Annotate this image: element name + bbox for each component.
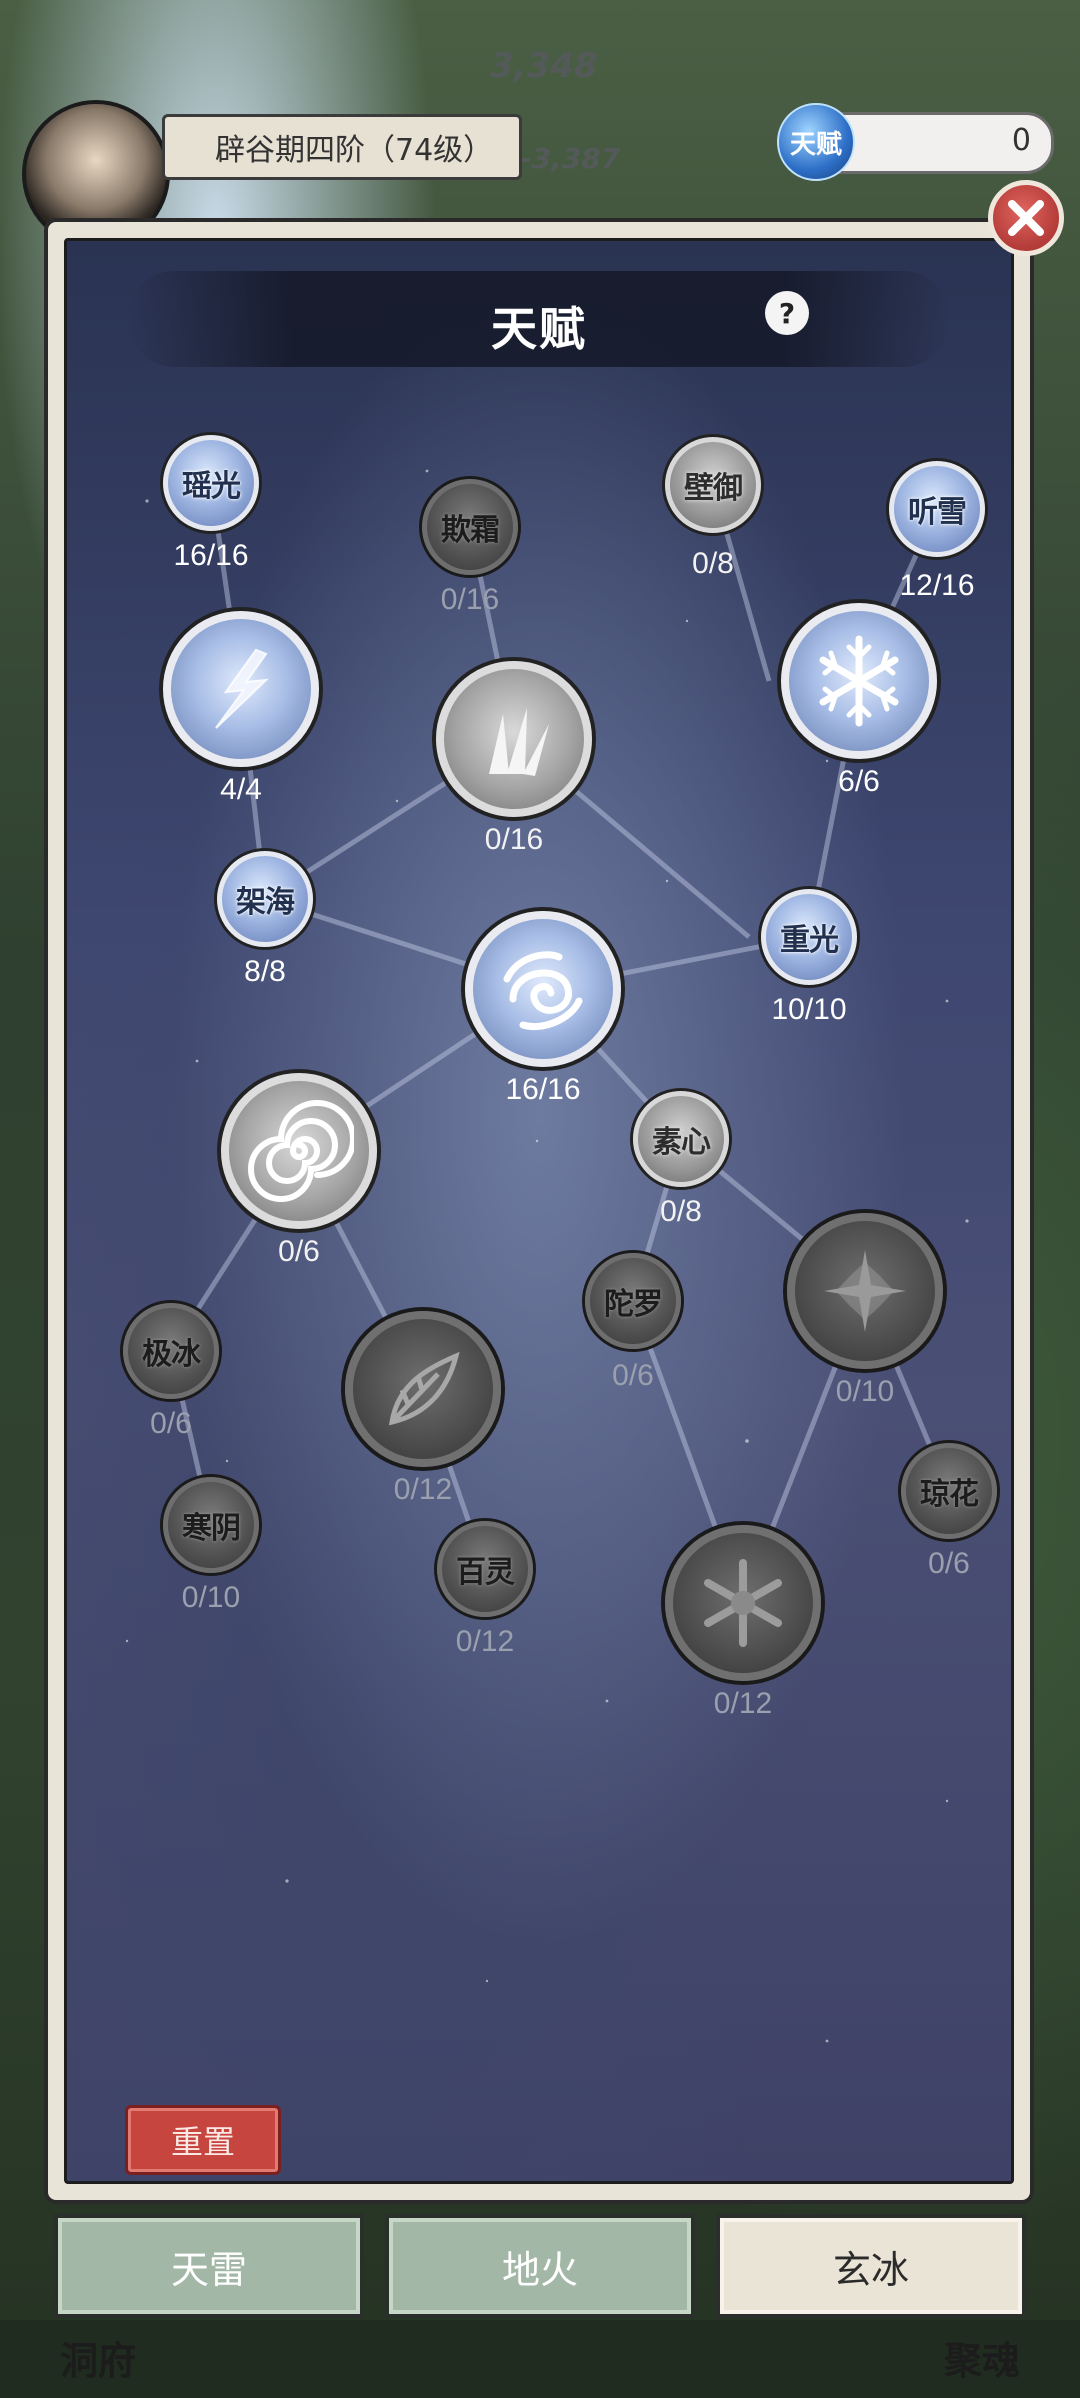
node-label: 重光 — [780, 923, 839, 958]
talent-node-chongguang[interactable]: 重光 — [761, 889, 857, 985]
node-label: 壁御 — [684, 471, 743, 506]
talent-node-swirl[interactable] — [465, 911, 621, 1067]
talent-node-frost-flower[interactable] — [665, 1525, 821, 1681]
talent-node-tuoluo[interactable]: 陀罗 — [585, 1253, 681, 1349]
node-count: 16/16 — [505, 1073, 581, 1106]
swirl-icon — [503, 951, 583, 1030]
node-count: 0/6 — [150, 1407, 192, 1440]
node-label: 寒阴 — [182, 1511, 241, 1546]
talent-node-snowflake[interactable] — [781, 603, 937, 759]
tab-dihuo[interactable]: 地火 — [385, 2214, 695, 2318]
talent-panel-inner: 天赋 ? 瑶光 16/16 欺霜 0/16 壁御 0/8 听雪 12/16 4/… — [64, 238, 1014, 2184]
node-count: 0/10 — [181, 1581, 241, 1614]
talent-node-jibing[interactable]: 极冰 — [123, 1303, 219, 1399]
node-label: 琼花 — [920, 1477, 979, 1512]
node-label: 欺霜 — [441, 513, 500, 548]
frost-leaf-icon — [388, 1351, 460, 1426]
tab-xuanbing[interactable]: 玄冰 — [716, 2214, 1026, 2318]
talent-node-jiahai[interactable]: 架海 — [217, 851, 313, 947]
node-label: 极冰 — [142, 1337, 201, 1372]
bottom-nav: 洞府 聚魂 — [0, 2320, 1080, 2398]
talent-node-biyu[interactable]: 壁御 — [665, 437, 761, 533]
ice-star-icon — [824, 1250, 906, 1332]
node-count: 10/10 — [771, 993, 847, 1026]
talent-points-value: 0 — [1011, 123, 1031, 158]
node-count: 0/12 — [713, 1687, 773, 1720]
talent-node-ice-star[interactable] — [787, 1213, 943, 1369]
node-label: 听雪 — [908, 495, 967, 530]
talent-tree: 瑶光 16/16 欺霜 0/16 壁御 0/8 听雪 12/16 4/4 0/1… — [67, 241, 1011, 2181]
reset-button[interactable]: 重置 — [125, 2105, 281, 2175]
talent-node-suxin[interactable]: 素心 — [633, 1091, 729, 1187]
element-tabs: 天雷 地火 玄冰 — [54, 2214, 1026, 2322]
nav-dongfu[interactable]: 洞府 — [60, 2330, 136, 2385]
node-count: 0/6 — [928, 1547, 970, 1580]
node-count: 16/16 — [173, 539, 249, 572]
node-label: 百灵 — [456, 1555, 515, 1590]
node-count: 12/16 — [899, 569, 975, 602]
realm-text: 辟谷期四阶（74级） — [215, 133, 494, 168]
node-count: 0/16 — [440, 583, 500, 616]
node-label: 架海 — [236, 885, 295, 920]
nav-juhun[interactable]: 聚魂 — [944, 2330, 1020, 2385]
lightning-icon — [215, 648, 269, 729]
node-count: 0/6 — [278, 1235, 320, 1268]
vortex-icon — [248, 1100, 354, 1202]
damage-number: -3,387 — [520, 142, 621, 175]
node-count: 0/10 — [835, 1375, 895, 1408]
talent-node-tingxue[interactable]: 听雪 — [889, 461, 985, 557]
talent-node-vortex[interactable] — [221, 1073, 377, 1229]
talent-node-hanyin[interactable]: 寒阴 — [163, 1477, 259, 1573]
node-count: 0/8 — [660, 1195, 702, 1228]
node-count: 4/4 — [220, 773, 262, 806]
tab-tianlei[interactable]: 天雷 — [54, 2214, 364, 2318]
ice-shards-icon — [489, 708, 549, 776]
talent-node-ice-shards[interactable] — [436, 661, 592, 817]
snowflake-icon — [819, 635, 899, 727]
node-count: 0/16 — [484, 823, 544, 856]
realm-box: 辟谷期四阶（74级） — [162, 114, 522, 180]
damage-number: 3,348 — [490, 46, 598, 86]
talent-node-qishuang[interactable]: 欺霜 — [422, 479, 518, 575]
close-button[interactable] — [988, 180, 1064, 256]
talent-badge: 天赋 — [777, 103, 855, 181]
node-count: 0/6 — [612, 1359, 654, 1392]
node-count: 8/8 — [244, 955, 286, 988]
node-label: 素心 — [652, 1125, 711, 1160]
talent-node-yaoguang[interactable]: 瑶光 — [163, 435, 259, 531]
close-icon — [1008, 200, 1044, 236]
talent-points-bar: 天赋 0 — [777, 103, 1054, 181]
node-label: 陀罗 — [604, 1287, 663, 1322]
talent-panel: 天赋 ? 瑶光 16/16 欺霜 0/16 壁御 0/8 听雪 12/16 4/… — [44, 218, 1034, 2204]
node-count: 0/12 — [393, 1473, 453, 1506]
talent-node-lightning[interactable] — [163, 611, 319, 767]
frost-flower-icon — [704, 1559, 782, 1647]
node-count: 0/8 — [692, 547, 734, 580]
talent-node-bailing[interactable]: 百灵 — [437, 1521, 533, 1617]
node-count: 0/12 — [455, 1625, 515, 1658]
talent-node-frost-leaf[interactable] — [345, 1311, 501, 1467]
player-header: 辟谷期四阶（74级） — [22, 100, 522, 248]
node-count: 6/6 — [838, 765, 880, 798]
talent-node-qionghua[interactable]: 琼花 — [901, 1443, 997, 1539]
node-label: 瑶光 — [182, 469, 241, 504]
